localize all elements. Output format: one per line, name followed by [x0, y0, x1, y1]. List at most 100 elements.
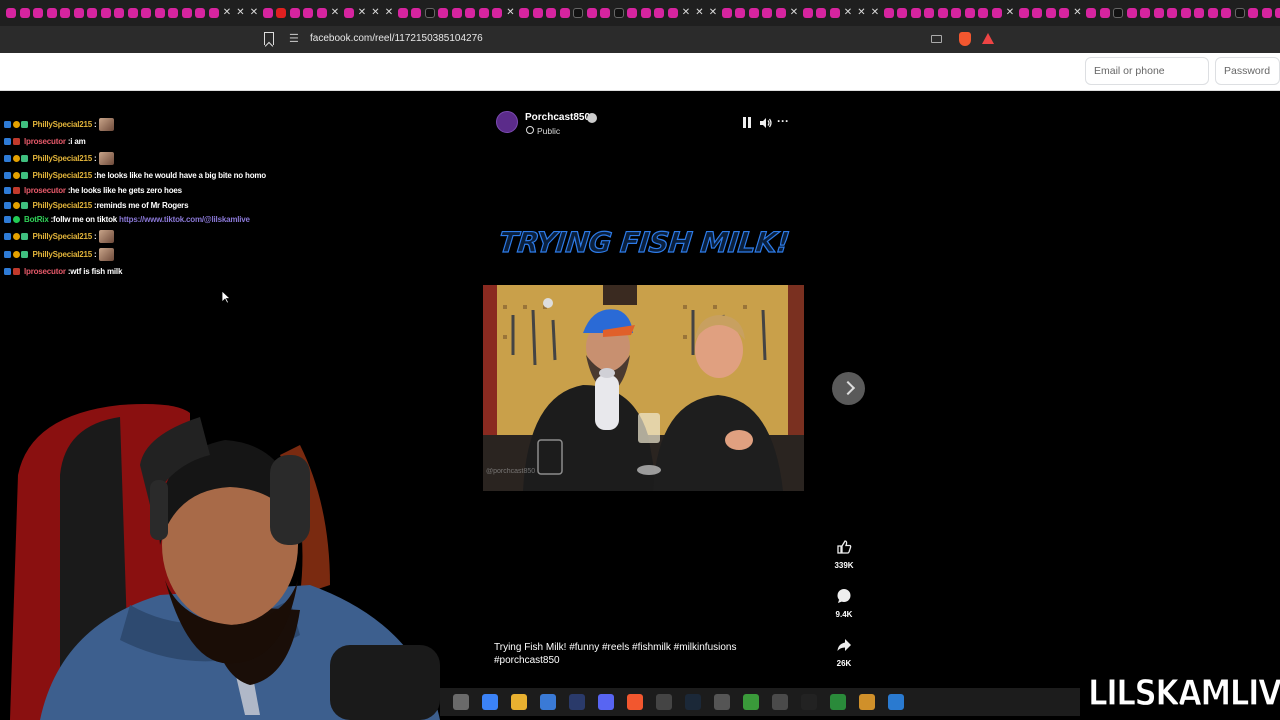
tab-instagram-icon[interactable] — [154, 8, 165, 18]
taskbar-brave-icon[interactable] — [627, 694, 643, 710]
chat-username[interactable]: PhillySpecial215 — [33, 154, 93, 163]
tab-x-icon[interactable]: ✕ — [249, 8, 259, 18]
url-text[interactable]: facebook.com/reel/1172150385104276 — [310, 33, 483, 44]
reel-video[interactable]: @porchcast850 — [483, 285, 804, 491]
author-name[interactable]: Porchcast850 — [525, 112, 590, 123]
taskbar-app-icon[interactable] — [714, 694, 730, 710]
tab-tiktok-icon[interactable] — [424, 8, 435, 18]
tab-instagram-icon[interactable] — [1126, 8, 1137, 18]
chat-username[interactable]: lprosecutor — [24, 137, 66, 146]
tab-instagram-icon[interactable] — [438, 8, 448, 18]
chat-username[interactable]: PhillySpecial215 — [33, 232, 93, 241]
share-icon[interactable] — [836, 637, 852, 653]
tab-instagram-icon[interactable] — [991, 8, 1002, 18]
tab-strip[interactable]: ✕ ✕ ✕ ✕ ✕ ✕ ✕ ✕ ✕ ✕ ✕ ✕ ✕ ✕ ✕ ✕ ✕ — [0, 0, 1280, 26]
tab-instagram-icon[interactable] — [667, 8, 678, 18]
share-action[interactable]: 26K — [828, 637, 860, 668]
tab-instagram-icon[interactable] — [519, 8, 529, 18]
tab-instagram-icon[interactable] — [559, 8, 570, 18]
tab-x-icon[interactable]: ✕ — [870, 8, 880, 18]
tab-instagram-icon[interactable] — [1099, 8, 1110, 18]
tab-x-icon[interactable]: ✕ — [708, 8, 718, 18]
tab-instagram-icon[interactable] — [1045, 8, 1056, 18]
tab-x-icon[interactable]: ✕ — [384, 8, 394, 18]
tab-instagram-icon[interactable] — [951, 8, 961, 18]
tab-x-icon[interactable]: ✕ — [357, 8, 367, 18]
tab-instagram-icon[interactable] — [1261, 8, 1272, 18]
tab-instagram-icon[interactable] — [1153, 8, 1164, 18]
tab-x-icon[interactable]: ✕ — [857, 8, 867, 18]
taskbar-4k-video-icon[interactable] — [772, 694, 788, 710]
tab-instagram-icon[interactable] — [303, 8, 313, 18]
like-action[interactable]: 339K — [828, 539, 860, 570]
taskbar-file-explorer-icon[interactable] — [453, 694, 469, 710]
taskbar-app-icon[interactable] — [801, 694, 817, 710]
tab-instagram-icon[interactable] — [195, 8, 205, 18]
tab-instagram-icon[interactable] — [6, 8, 16, 18]
tab-x-icon[interactable]: ✕ — [843, 8, 853, 18]
tab-instagram-icon[interactable] — [1059, 8, 1069, 18]
tab-instagram-icon[interactable] — [289, 8, 300, 18]
chat-username[interactable]: BotRix — [24, 215, 49, 224]
tab-x-icon[interactable]: ✕ — [1073, 8, 1083, 18]
password-field[interactable] — [1215, 57, 1280, 85]
chat-link[interactable]: https://www.tiktok.com/@lilskamlive — [119, 215, 250, 224]
tab-instagram-icon[interactable] — [397, 8, 408, 18]
tab-instagram-icon[interactable] — [208, 8, 219, 18]
tab-instagram-icon[interactable] — [532, 8, 543, 18]
tab-instagram-icon[interactable] — [141, 8, 151, 18]
tab-instagram-icon[interactable] — [1167, 8, 1177, 18]
comment-action[interactable]: 9.4K — [828, 588, 860, 619]
tab-instagram-icon[interactable] — [343, 8, 354, 18]
tab-instagram-icon[interactable] — [883, 8, 894, 18]
tab-instagram-icon[interactable] — [168, 8, 178, 18]
tab-instagram-icon[interactable] — [262, 8, 273, 18]
chat-username[interactable]: PhillySpecial215 — [33, 250, 93, 259]
tab-instagram-icon[interactable] — [627, 8, 637, 18]
tab-instagram-icon[interactable] — [600, 8, 610, 18]
taskbar-store-icon[interactable] — [540, 694, 556, 710]
tab-instagram-icon[interactable] — [937, 8, 948, 18]
tab-tiktok-icon[interactable] — [1113, 8, 1123, 18]
tab-instagram-icon[interactable] — [114, 8, 124, 18]
tab-instagram-icon[interactable] — [978, 8, 988, 18]
tab-instagram-icon[interactable] — [748, 8, 759, 18]
tab-instagram-icon[interactable] — [1180, 8, 1191, 18]
tab-youtube-icon[interactable] — [276, 8, 286, 18]
brave-rewards-icon[interactable] — [982, 33, 994, 44]
bookmark-icon[interactable] — [264, 32, 274, 45]
tab-instagram-icon[interactable] — [897, 8, 907, 18]
tab-instagram-icon[interactable] — [87, 8, 97, 18]
tab-instagram-icon[interactable] — [1140, 8, 1150, 18]
tab-instagram-icon[interactable] — [1086, 8, 1096, 18]
tab-instagram-icon[interactable] — [1275, 8, 1280, 18]
tab-instagram-icon[interactable] — [910, 8, 921, 18]
tab-instagram-icon[interactable] — [654, 8, 664, 18]
author-avatar[interactable] — [496, 111, 518, 133]
taskbar-obs-icon[interactable] — [656, 694, 672, 710]
taskbar-app-icon[interactable] — [743, 694, 759, 710]
tab-instagram-icon[interactable] — [411, 8, 421, 18]
more-options-button[interactable]: ··· — [777, 115, 791, 128]
tab-instagram-icon[interactable] — [775, 8, 786, 18]
tab-instagram-icon[interactable] — [640, 8, 651, 18]
tab-instagram-icon[interactable] — [762, 8, 772, 18]
tab-instagram-icon[interactable] — [721, 8, 732, 18]
tab-instagram-icon[interactable] — [73, 8, 84, 18]
tab-instagram-icon[interactable] — [46, 8, 57, 18]
tab-x-icon[interactable]: ✕ — [681, 8, 691, 18]
tab-instagram-icon[interactable] — [33, 8, 43, 18]
taskbar-folder-icon[interactable] — [511, 694, 527, 710]
tab-instagram-icon[interactable] — [735, 8, 745, 18]
tab-x-icon[interactable]: ✕ — [371, 8, 381, 18]
taskbar-app-icon[interactable] — [859, 694, 875, 710]
brave-shield-icon[interactable] — [959, 32, 971, 46]
tab-instagram-icon[interactable] — [829, 8, 840, 18]
tab-instagram-icon[interactable] — [60, 8, 70, 18]
tab-instagram-icon[interactable] — [816, 8, 826, 18]
tab-instagram-icon[interactable] — [127, 8, 138, 18]
site-settings-icon[interactable]: ☰ — [289, 34, 301, 45]
tab-instagram-icon[interactable] — [478, 8, 489, 18]
taskbar-steam-icon[interactable] — [685, 694, 701, 710]
thumbs-up-icon[interactable] — [836, 539, 852, 555]
